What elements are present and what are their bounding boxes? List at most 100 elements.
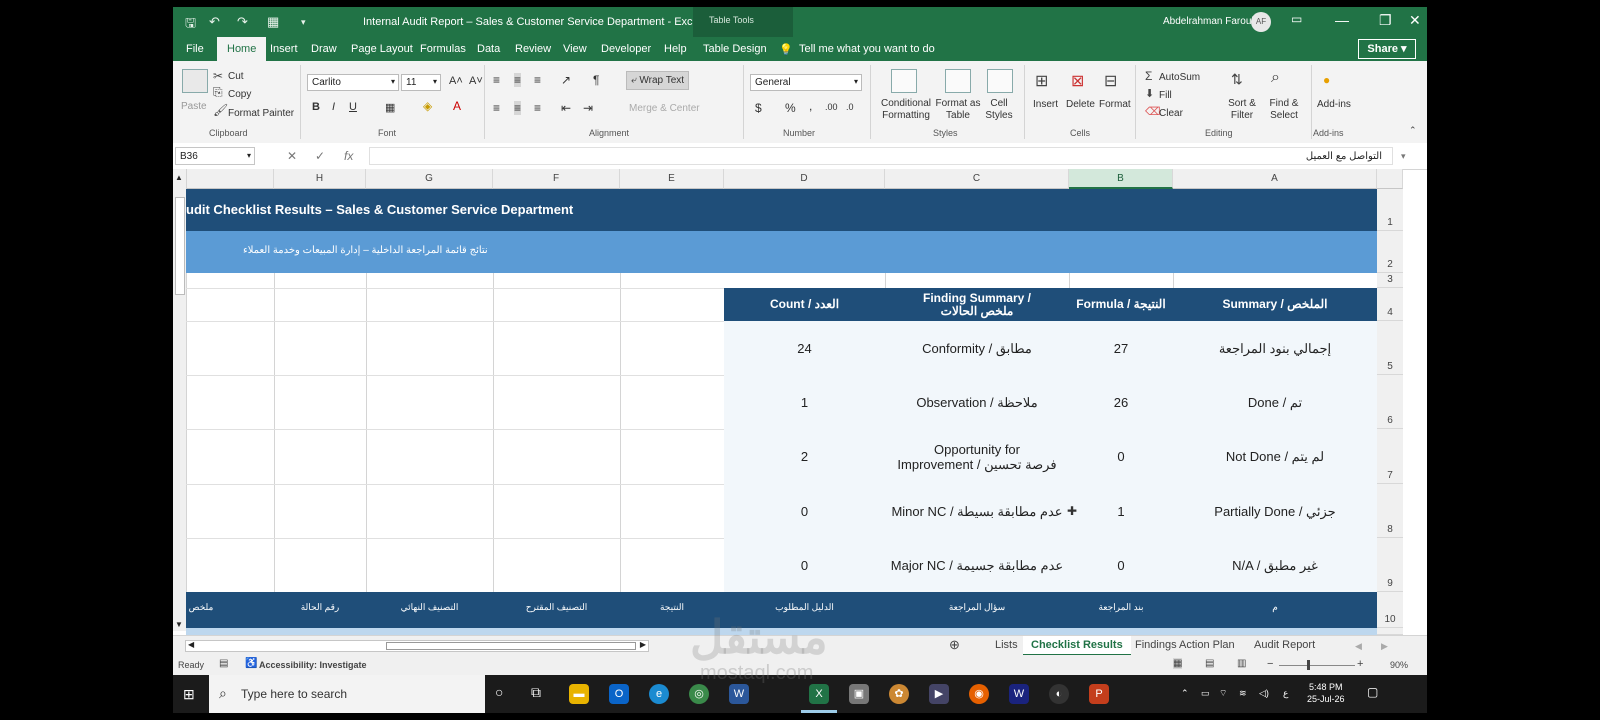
format-as-table-button[interactable]: Format as Table — [933, 98, 983, 122]
fill-color-icon[interactable]: ◈ — [423, 99, 432, 113]
tab-file[interactable]: File — [186, 43, 204, 55]
paste-icon[interactable] — [182, 69, 208, 93]
header-audit-question[interactable]: سؤال المراجعة — [885, 602, 1069, 613]
sheet-scroll-left-icon[interactable]: ◀ — [1355, 641, 1362, 652]
name-box[interactable]: B36 ▾ — [175, 147, 255, 165]
share-button[interactable]: Share ▾ — [1358, 39, 1416, 59]
orientation-icon[interactable]: ↗ — [561, 73, 571, 87]
avatar[interactable]: AF — [1251, 12, 1271, 32]
decrease-font-icon[interactable]: A˅ — [469, 75, 483, 87]
wrap-text-button[interactable]: ⤶ Wrap Text — [626, 71, 690, 90]
sort-filter-icon[interactable]: ⇅ — [1231, 71, 1243, 88]
conditional-formatting-icon[interactable] — [891, 69, 917, 93]
formula-cell[interactable]: 0 — [1069, 429, 1173, 484]
formula-input[interactable]: التواصل مع العميل — [369, 147, 1393, 165]
formula-cell[interactable]: 27 — [1069, 321, 1173, 375]
increase-font-icon[interactable]: A˄ — [449, 75, 463, 87]
format-painter-icon[interactable]: 🖌 — [213, 103, 228, 117]
count-cell[interactable]: 0 — [724, 538, 885, 592]
clock[interactable]: 5:48 PM 25-Jul-26 — [1307, 681, 1345, 705]
header-formula[interactable]: Formula / النتيجة — [1069, 288, 1173, 321]
tab-insert[interactable]: Insert — [270, 43, 298, 55]
edge-icon[interactable]: e — [649, 684, 669, 704]
decrease-indent-icon[interactable]: ⇤ — [561, 101, 571, 115]
windows-start-icon[interactable]: ⊞ — [183, 686, 195, 703]
clear-button[interactable]: Clear — [1159, 108, 1183, 119]
bold-icon[interactable]: B — [312, 101, 320, 113]
font-size-select[interactable]: 11 ▾ — [401, 74, 441, 91]
align-middle-icon[interactable]: ≡ — [514, 73, 522, 87]
header-case-number[interactable]: رقم الحالة — [274, 602, 366, 613]
finding-cell[interactable]: Minor NC / عدم مطابقة بسيطة — [885, 484, 1069, 538]
comma-icon[interactable]: , — [809, 99, 812, 113]
task-view-icon[interactable]: ⧉ — [531, 684, 541, 701]
header-number[interactable]: م — [1173, 602, 1377, 613]
app-icon[interactable]: ▣ — [849, 684, 869, 704]
format-as-table-icon[interactable] — [945, 69, 971, 93]
customize-toolbar-icon[interactable]: ▾ — [301, 17, 306, 28]
tab-formulas[interactable]: Formulas — [420, 43, 466, 55]
save-icon[interactable]: 🖫 — [185, 14, 196, 36]
expand-formula-icon[interactable]: ▾ — [1401, 151, 1406, 162]
tab-home[interactable]: Home — [217, 37, 267, 61]
scroll-right-icon[interactable]: ▶ — [640, 640, 646, 649]
formula-cell[interactable]: 26 — [1069, 375, 1173, 429]
outlook-icon[interactable]: O — [609, 684, 629, 704]
delete-cells-icon[interactable]: ⊠ — [1071, 71, 1084, 91]
row-header-10[interactable]: 10 — [1377, 592, 1403, 628]
align-left-icon[interactable]: ≡ — [493, 101, 500, 115]
column-header-A[interactable]: A — [1173, 169, 1377, 189]
scroll-thumb[interactable] — [175, 197, 185, 295]
delete-cells-button[interactable]: Delete — [1066, 99, 1095, 110]
tray-expand-icon[interactable]: ⌃ — [1181, 687, 1189, 699]
summary-cell[interactable]: Partially Done / جزئي — [1173, 484, 1377, 538]
normal-view-icon[interactable]: ▦ — [1173, 658, 1183, 669]
accessibility-status[interactable]: Accessibility: Investigate — [259, 660, 367, 670]
insert-function-icon[interactable]: fx — [344, 149, 353, 163]
insert-cells-button[interactable]: Insert — [1033, 99, 1058, 110]
decrease-decimal-icon[interactable]: .0 — [846, 102, 854, 112]
accessibility-icon[interactable]: ♿ — [245, 658, 257, 669]
header-finding-summary[interactable]: Finding Summary / ملخص الحالات — [885, 288, 1069, 321]
vertical-scrollbar[interactable]: ▲ ▼ — [173, 169, 187, 631]
row-header-8[interactable]: 8 — [1377, 484, 1403, 538]
conditional-formatting-button[interactable]: Conditional Formatting — [876, 98, 936, 122]
scroll-left-icon[interactable]: ◀ — [188, 640, 194, 649]
word-icon[interactable]: W — [729, 684, 749, 704]
column-header-G[interactable]: G — [366, 169, 493, 189]
redo-icon[interactable]: ↷ — [237, 14, 248, 30]
media-player-icon[interactable]: ▶ — [929, 684, 949, 704]
network-icon[interactable]: ⌔ — [1219, 687, 1227, 699]
column-header-C[interactable]: C — [885, 169, 1069, 189]
insert-cells-icon[interactable]: ⊞ — [1035, 71, 1048, 91]
macro-record-icon[interactable]: ▤ — [219, 658, 228, 669]
sheet-tab-lists[interactable]: Lists — [995, 639, 1018, 651]
summary-cell[interactable]: إجمالي بنود المراجعة — [1173, 321, 1377, 375]
align-center-icon[interactable]: ≡ — [514, 101, 522, 115]
column-header-D[interactable]: D — [724, 169, 885, 189]
format-cells-button[interactable]: Format — [1099, 99, 1131, 110]
row-header-11[interactable] — [1377, 628, 1403, 635]
cortana-icon[interactable]: ○ — [495, 684, 503, 700]
autosum-icon[interactable]: Σ — [1145, 69, 1152, 83]
finding-cell[interactable]: Major NC / عدم مطابقة جسيمة — [885, 538, 1069, 592]
collapse-ribbon-icon[interactable]: ⌃ — [1409, 125, 1417, 136]
increase-decimal-icon[interactable]: .00 — [825, 102, 838, 112]
column-header-I[interactable] — [186, 169, 274, 189]
find-select-button[interactable]: Find & Select — [1265, 98, 1303, 122]
app-icon[interactable]: W — [1009, 684, 1029, 704]
align-bottom-icon[interactable]: ≡ — [534, 73, 541, 87]
count-cell[interactable]: 0 — [724, 484, 885, 538]
row-header-6[interactable]: 6 — [1377, 375, 1403, 429]
column-header-F[interactable]: F — [493, 169, 620, 189]
row-header-4[interactable]: 4 — [1377, 288, 1403, 321]
finding-cell[interactable]: Conformity / مطابق — [885, 321, 1069, 375]
align-right-icon[interactable]: ≡ — [534, 101, 541, 115]
formula-cell[interactable]: 0 — [1069, 538, 1173, 592]
merge-center-button[interactable]: Merge & Center — [629, 103, 700, 114]
cut-button[interactable]: Cut — [228, 71, 244, 82]
enter-icon[interactable]: ✓ — [315, 149, 325, 163]
paste-button[interactable]: Paste — [181, 101, 207, 112]
minimize-icon[interactable]: — — [1335, 12, 1349, 28]
autosum-button[interactable]: AutoSum — [1159, 72, 1200, 83]
